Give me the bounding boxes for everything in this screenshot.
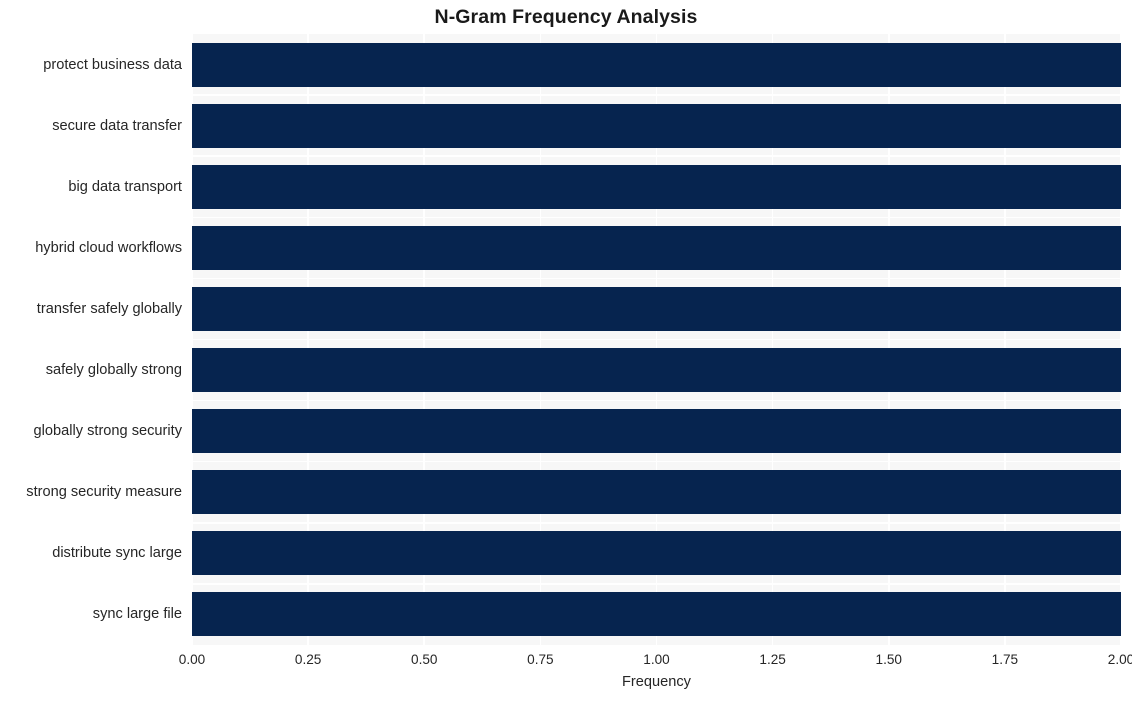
x-axis-tick-label: 1.00 xyxy=(643,652,670,667)
bar-series xyxy=(192,34,1121,645)
y-axis-tick-label: protect business data xyxy=(43,56,182,73)
bar xyxy=(192,470,1121,515)
x-axis-tick-label: 2.00 xyxy=(1107,652,1132,667)
x-axis-tick-label: 1.25 xyxy=(759,652,786,667)
bar xyxy=(192,348,1121,393)
bar xyxy=(192,164,1121,209)
chart-figure: N-Gram Frequency Analysis protect busine… xyxy=(0,0,1132,701)
x-axis-label: Frequency xyxy=(622,674,691,690)
bar xyxy=(192,531,1121,576)
bar xyxy=(192,286,1121,331)
bar xyxy=(192,225,1121,270)
y-axis-tick-label: strong security measure xyxy=(26,484,182,501)
y-axis-tick-label: safely globally strong xyxy=(45,362,182,379)
plot-area xyxy=(192,34,1121,645)
x-axis-tick-labels: 0.00 0.25 0.50 0.75 1.00 1.25 1.50 1.75 2.00 xyxy=(179,652,1132,674)
y-axis-tick-label: sync large file xyxy=(92,606,182,623)
x-axis-tick-label: 0.75 xyxy=(527,652,554,667)
y-axis-tick-label: transfer safely globally xyxy=(36,300,182,317)
y-axis-tick-labels: protect business data secure data transfe… xyxy=(0,34,182,645)
x-axis-tick-label: 1.50 xyxy=(875,652,902,667)
x-axis-tick-label: 0.00 xyxy=(178,652,206,667)
x-axis-tick-label: 0.50 xyxy=(411,652,438,667)
y-axis-tick-label: secure data transfer xyxy=(52,117,182,134)
y-axis-tick-label: distribute sync large xyxy=(52,545,182,562)
y-axis-tick-label: big data transport xyxy=(68,178,182,195)
x-axis-tick-label: 1.75 xyxy=(991,652,1019,667)
y-axis-tick-label: hybrid cloud workflows xyxy=(35,239,182,256)
bar xyxy=(192,592,1121,637)
bar xyxy=(192,103,1121,148)
y-axis-tick-label: globally strong security xyxy=(33,423,182,440)
x-axis-tick-label: 0.25 xyxy=(294,652,322,667)
bar xyxy=(192,409,1121,454)
bar xyxy=(192,42,1121,87)
chart-title: N-Gram Frequency Analysis xyxy=(434,6,698,28)
